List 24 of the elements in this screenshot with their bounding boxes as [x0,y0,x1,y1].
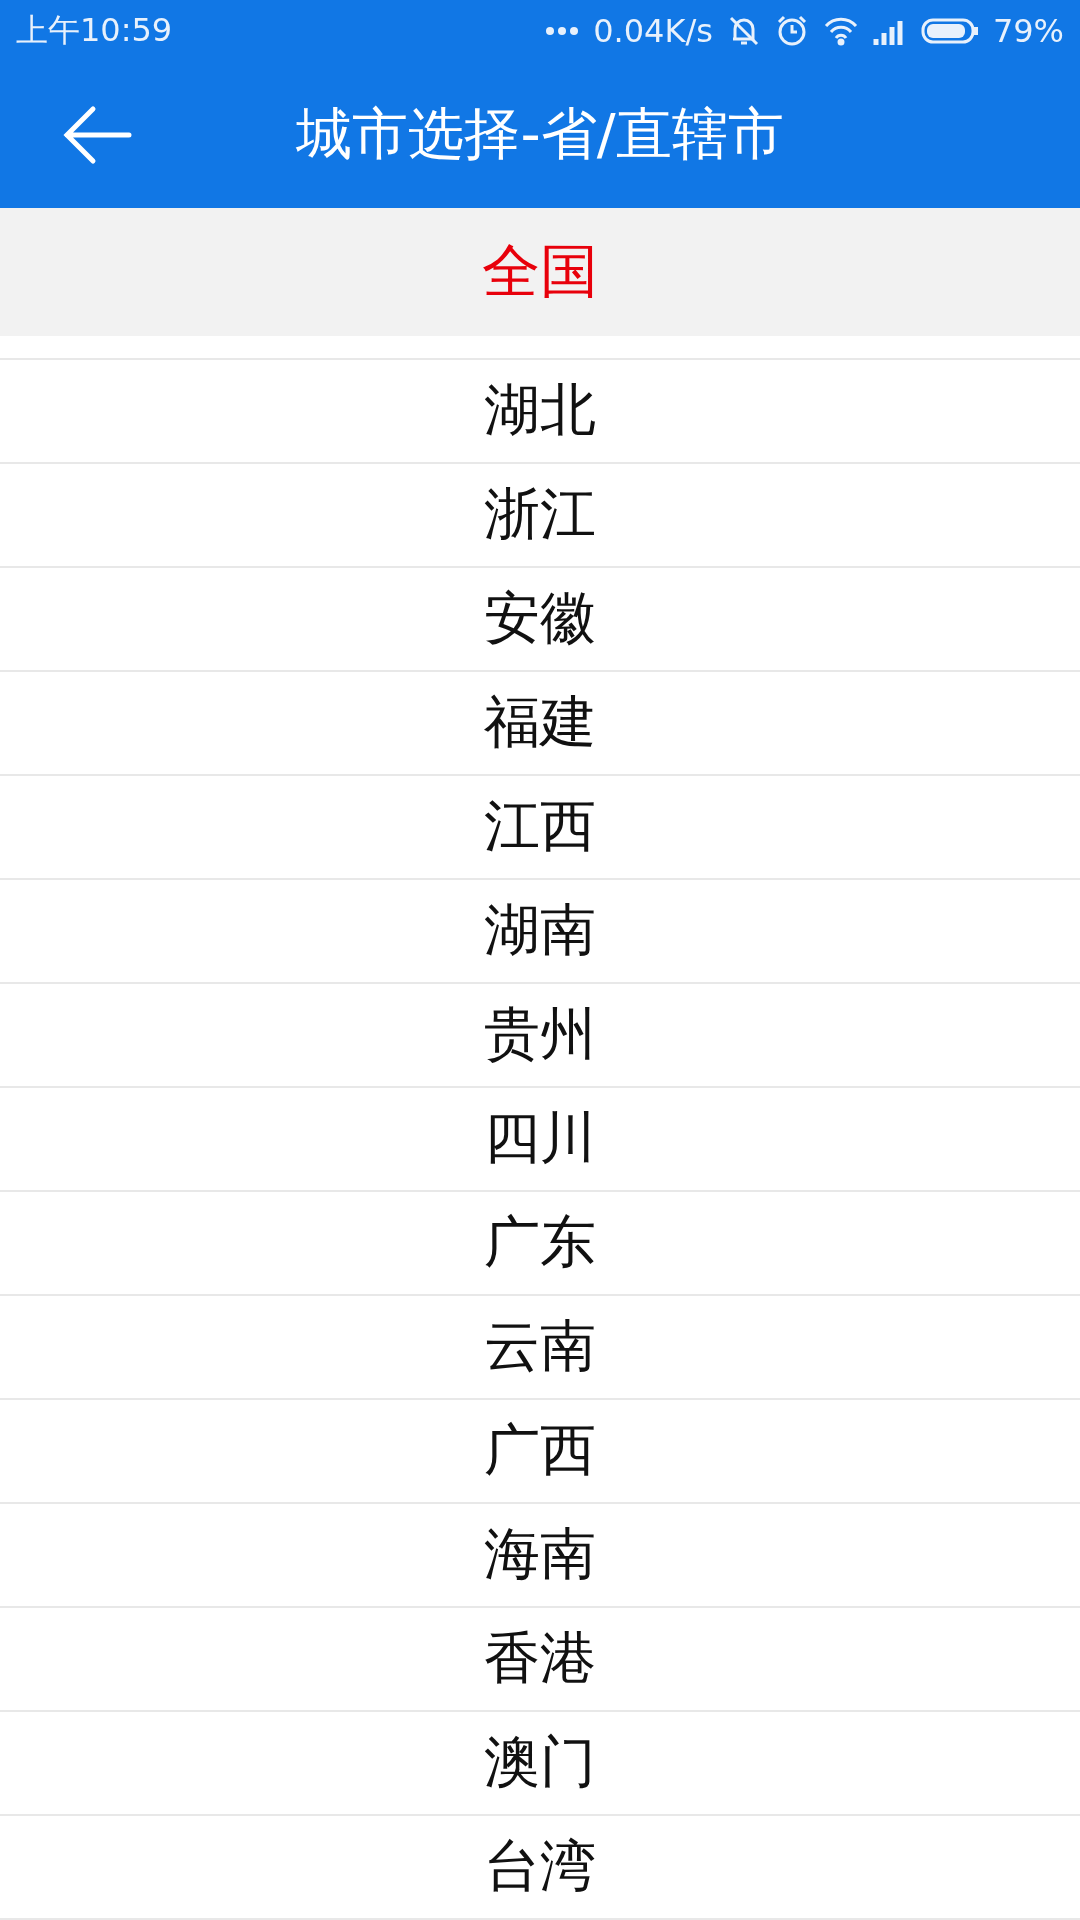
more-icon [545,26,580,36]
status-time: 上午10:59 [16,10,173,51]
province-item[interactable]: 澳门 [0,1712,1080,1816]
page-title: 城市选择-省/直辖市 [296,101,784,166]
province-item[interactable]: 福建 [0,672,1080,776]
battery-icon [920,17,979,45]
wifi-icon [822,16,859,46]
province-item[interactable]: 浙江 [0,464,1080,568]
battery-percent: 79% [992,12,1064,50]
network-speed: 0.04K/s [593,12,713,50]
province-item[interactable]: 安徽 [0,568,1080,672]
province-item[interactable]: 湖北 [0,360,1080,464]
province-item[interactable]: 香港 [0,1608,1080,1712]
province-item[interactable]: 四川 [0,1088,1080,1192]
province-item[interactable]: 广西 [0,1400,1080,1504]
province-item[interactable]: 云南 [0,1296,1080,1400]
province-item[interactable]: 湖南 [0,880,1080,984]
nationwide-option[interactable]: 全国 [482,233,598,311]
province-item[interactable]: 贵州 [0,984,1080,1088]
province-item[interactable]: 台湾 [0,1816,1080,1920]
province-item[interactable]: 广东 [0,1192,1080,1296]
back-arrow-icon [63,105,133,165]
province-item[interactable]: 海南 [0,1504,1080,1608]
province-item[interactable]: 江西 [0,776,1080,880]
